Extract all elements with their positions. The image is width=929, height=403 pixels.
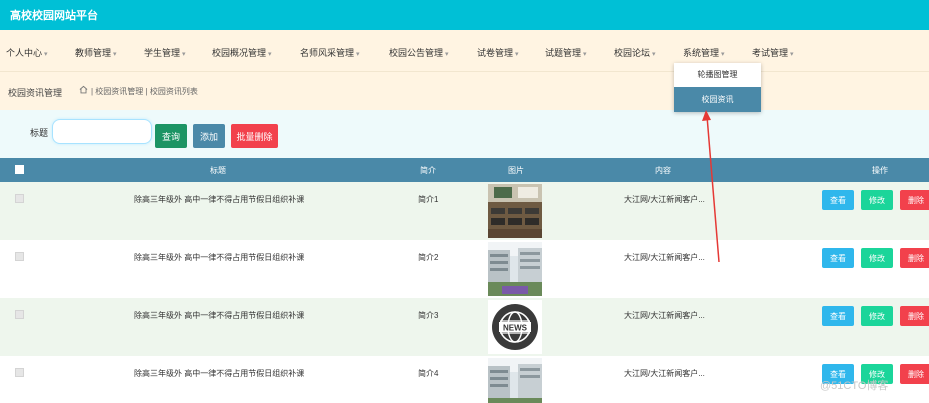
menu-item-questions[interactable]: 试题管理 ▾ <box>545 46 587 59</box>
search-button[interactable]: 查询 <box>155 124 187 148</box>
menu-label: 试卷管理 <box>477 48 514 58</box>
chevron-down-icon: ▾ <box>721 51 725 58</box>
title-search-input[interactable] <box>52 119 152 144</box>
edit-button[interactable]: 修改 <box>861 306 893 326</box>
menu-item-famous-teachers[interactable]: 名师风采管理 ▾ <box>300 46 360 59</box>
home-icon[interactable] <box>79 85 88 94</box>
chevron-down-icon: ▾ <box>182 51 186 58</box>
chevron-down-icon: ▾ <box>790 51 794 58</box>
menu-item-forum[interactable]: 校园论坛 ▾ <box>614 46 656 59</box>
menu-label: 校园论坛 <box>614 48 651 58</box>
select-all-checkbox[interactable] <box>15 165 24 174</box>
chevron-down-icon: ▾ <box>44 51 48 58</box>
menu-item-student[interactable]: 学生管理 ▾ <box>144 46 186 59</box>
row-checkbox[interactable] <box>15 310 24 319</box>
row-intro: 简介4 <box>418 369 439 378</box>
row-title: 除高三年级外 高中一律不得占用节假日组织补课 <box>134 369 305 378</box>
delete-button[interactable]: 删除 <box>900 364 929 384</box>
chevron-down-icon: ▾ <box>583 51 587 58</box>
table-row: 除高三年级外 高中一律不得占用节假日组织补课 简介4 大江网/大江新闻客户...… <box>0 356 929 403</box>
header-ops: 操作 <box>872 166 888 175</box>
batch-delete-button[interactable]: 批量删除 <box>231 124 278 148</box>
campus-building-photo <box>488 358 542 403</box>
row-content: 大江网/大江新闻客户... <box>624 195 705 204</box>
news-globe-icon: NEWS <box>488 300 542 354</box>
row-intro: 简介2 <box>418 253 439 262</box>
row-checkbox[interactable] <box>15 252 24 261</box>
chevron-down-icon: ▾ <box>445 51 449 58</box>
menu-label: 个人中心 <box>6 48 43 58</box>
menu-item-system[interactable]: 系统管理 ▾ <box>683 46 725 59</box>
row-title: 除高三年级外 高中一律不得占用节假日组织补课 <box>134 195 305 204</box>
app-title: 高校校园网站平台 <box>10 10 98 22</box>
breadcrumb: 校园资讯管理 | 校园资讯管理 | 校园资讯列表 <box>0 71 929 110</box>
header-image: 图片 <box>508 166 524 175</box>
menu-label: 系统管理 <box>683 48 720 58</box>
table-row: 除高三年级外 高中一律不得占用节假日组织补课 简介1 大江网/大江新闻客户...… <box>0 182 929 240</box>
header-content: 内容 <box>655 166 671 175</box>
classroom-photo <box>488 184 542 238</box>
menu-label: 名师风采管理 <box>300 48 355 58</box>
table-row: 除高三年级外 高中一律不得占用节假日组织补课 简介3 NEWS 大江网/大江新闻… <box>0 298 929 356</box>
menu-item-campus-overview[interactable]: 校园概况管理 ▾ <box>212 46 272 59</box>
menu-item-teacher[interactable]: 教师管理 ▾ <box>75 46 117 59</box>
view-button[interactable]: 查看 <box>822 306 854 326</box>
header-title: 标题 <box>210 166 226 175</box>
delete-button[interactable]: 删除 <box>900 248 929 268</box>
chevron-down-icon: ▾ <box>113 51 117 58</box>
row-checkbox[interactable] <box>15 194 24 203</box>
menu-item-papers[interactable]: 试卷管理 ▾ <box>477 46 519 59</box>
add-button[interactable]: 添加 <box>193 124 225 148</box>
edit-button[interactable]: 修改 <box>861 190 893 210</box>
system-menu-dropdown: 轮播图管理 校园资讯 <box>674 63 761 112</box>
table-row: 除高三年级外 高中一律不得占用节假日组织补课 简介2 大江网/大江新闻客户...… <box>0 240 929 298</box>
row-title: 除高三年级外 高中一律不得占用节假日组织补课 <box>134 253 305 262</box>
menu-label: 考试管理 <box>752 48 789 58</box>
menu-item-personal-center[interactable]: 个人中心 ▾ <box>6 46 48 59</box>
menu-item-exam[interactable]: 考试管理 ▾ <box>752 46 794 59</box>
chevron-down-icon: ▾ <box>268 51 272 58</box>
row-title: 除高三年级外 高中一律不得占用节假日组织补课 <box>134 311 305 320</box>
chevron-down-icon: ▾ <box>515 51 519 58</box>
chevron-down-icon: ▾ <box>652 51 656 58</box>
dropdown-item-carousel[interactable]: 轮播图管理 <box>674 63 761 87</box>
table-header: 标题 简介 图片 内容 操作 <box>0 158 929 182</box>
dropdown-item-campus-news[interactable]: 校园资讯 <box>674 87 761 112</box>
row-content: 大江网/大江新闻客户... <box>624 311 705 320</box>
search-label: 标题 <box>30 128 49 138</box>
menu-label: 校园概况管理 <box>212 48 267 58</box>
delete-button[interactable]: 删除 <box>900 190 929 210</box>
page-title: 校园资讯管理 <box>8 88 63 98</box>
search-bar: 标题 <box>0 110 929 158</box>
row-intro: 简介1 <box>418 195 439 204</box>
delete-button[interactable]: 删除 <box>900 306 929 326</box>
menu-label: 校园公告管理 <box>389 48 444 58</box>
edit-button[interactable]: 修改 <box>861 248 893 268</box>
breadcrumb-path: | 校园资讯管理 | 校园资讯列表 <box>91 87 198 96</box>
watermark: @51CTO博客 <box>820 380 889 392</box>
top-header: 高校校园网站平台 <box>0 0 929 30</box>
view-button[interactable]: 查看 <box>822 248 854 268</box>
row-intro: 简介3 <box>418 311 439 320</box>
menu-label: 学生管理 <box>144 48 181 58</box>
row-content: 大江网/大江新闻客户... <box>624 369 705 378</box>
header-intro: 简介 <box>420 166 436 175</box>
row-content: 大江网/大江新闻客户... <box>624 253 705 262</box>
menu-label: 教师管理 <box>75 48 112 58</box>
menu-item-announcements[interactable]: 校园公告管理 ▾ <box>389 46 449 59</box>
chevron-down-icon: ▾ <box>356 51 360 58</box>
campus-building-photo <box>488 242 542 296</box>
main-menu: 个人中心 ▾ 教师管理 ▾ 学生管理 ▾ 校园概况管理 ▾ 名师风采管理 ▾ 校园公告管理… <box>0 30 929 71</box>
menu-label: 试题管理 <box>545 48 582 58</box>
news-badge-text: NEWS <box>503 324 528 333</box>
view-button[interactable]: 查看 <box>822 190 854 210</box>
row-checkbox[interactable] <box>15 368 24 377</box>
